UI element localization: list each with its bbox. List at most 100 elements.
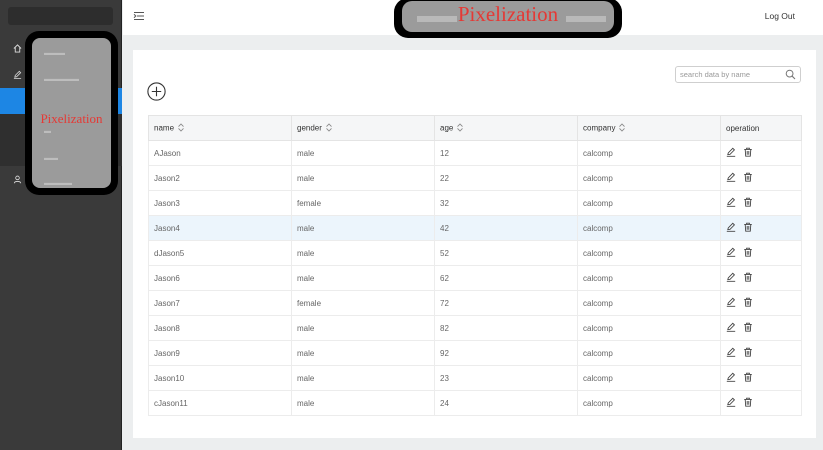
column-label: operation: [726, 123, 760, 133]
table-row[interactable]: Jason6 male 62 calcomp: [148, 265, 802, 291]
cell-age: 82: [434, 315, 578, 341]
home-icon: [12, 43, 22, 53]
cell-operation: [720, 240, 802, 266]
table-row[interactable]: cJason11 male 24 calcomp: [148, 390, 802, 416]
pixelated-text: ▬▬: [44, 155, 58, 162]
cell-gender: male: [291, 165, 435, 191]
column-label: age: [440, 123, 454, 133]
column-header-gender[interactable]: gender: [291, 115, 435, 141]
edit-icon[interactable]: [726, 222, 736, 232]
table-row[interactable]: Jason8 male 82 calcomp: [148, 315, 802, 341]
table-row[interactable]: Jason4 male 42 calcomp: [148, 215, 802, 241]
pixelization-overlay-sidebar: ▬▬▬ ▬▬▬▬▬ ▬ ▬▬ ▬▬▬▬ Pixelization: [25, 31, 118, 195]
cell-company: calcomp: [577, 265, 721, 291]
cell-gender: male: [291, 365, 435, 391]
delete-icon[interactable]: [743, 222, 753, 232]
delete-icon[interactable]: [743, 322, 753, 332]
edit-icon[interactable]: [726, 197, 736, 207]
logout-link[interactable]: Log Out: [765, 11, 795, 21]
table-row[interactable]: Jason3 female 32 calcomp: [148, 190, 802, 216]
table-row[interactable]: dJason5 male 52 calcomp: [148, 240, 802, 266]
sort-icon[interactable]: [326, 122, 332, 134]
cell-operation: [720, 290, 802, 316]
cell-name: Jason8: [148, 315, 292, 341]
pixelated-text: ▬▬▬: [44, 50, 65, 57]
column-header-company[interactable]: company: [577, 115, 721, 141]
pixelated-text: ▬▬▬▬▬: [44, 76, 79, 83]
edit-icon[interactable]: [726, 397, 736, 407]
table-row[interactable]: Jason10 male 23 calcomp: [148, 365, 802, 391]
cell-company: calcomp: [577, 215, 721, 241]
column-header-name[interactable]: name: [148, 115, 292, 141]
column-label: company: [583, 123, 616, 133]
cell-gender: male: [291, 265, 435, 291]
sort-icon[interactable]: [619, 122, 626, 134]
cell-name: Jason9: [148, 340, 292, 366]
cell-company: calcomp: [577, 315, 721, 341]
table-row[interactable]: Jason9 male 92 calcomp: [148, 340, 802, 366]
cell-age: 23: [434, 365, 578, 391]
cell-age: 72: [434, 290, 578, 316]
cell-name: AJason: [148, 140, 292, 166]
cell-company: calcomp: [577, 165, 721, 191]
edit-icon[interactable]: [726, 322, 736, 332]
delete-icon[interactable]: [743, 272, 753, 282]
delete-icon[interactable]: [743, 397, 753, 407]
search-box: [675, 66, 801, 83]
cell-name: Jason6: [148, 265, 292, 291]
column-header-operation: operation: [720, 115, 802, 141]
cell-gender: male: [291, 390, 435, 416]
cell-company: calcomp: [577, 365, 721, 391]
edit-icon[interactable]: [726, 172, 736, 182]
cell-operation: [720, 190, 802, 216]
column-header-age[interactable]: age: [434, 115, 578, 141]
cell-age: 12: [434, 140, 578, 166]
cell-operation: [720, 140, 802, 166]
cell-operation: [720, 390, 802, 416]
cell-operation: [720, 340, 802, 366]
cell-age: 24: [434, 390, 578, 416]
sidebar-search[interactable]: [8, 7, 113, 25]
delete-icon[interactable]: [743, 347, 753, 357]
cell-name: Jason3: [148, 190, 292, 216]
delete-icon[interactable]: [743, 147, 753, 157]
cell-gender: male: [291, 240, 435, 266]
search-input[interactable]: [676, 67, 781, 82]
cell-operation: [720, 365, 802, 391]
search-icon[interactable]: [785, 69, 796, 80]
delete-icon[interactable]: [743, 372, 753, 382]
cell-company: calcomp: [577, 190, 721, 216]
edit-icon[interactable]: [726, 247, 736, 257]
cell-age: 62: [434, 265, 578, 291]
cell-gender: female: [291, 190, 435, 216]
sort-icon[interactable]: [178, 122, 184, 134]
sort-icon[interactable]: [457, 122, 464, 134]
cell-gender: male: [291, 315, 435, 341]
cell-age: 32: [434, 190, 578, 216]
table-body: AJason male 12 calcomp Jason2 male 22 calcomp Ja…: [148, 140, 802, 416]
table-row[interactable]: AJason male 12 calcomp: [148, 140, 802, 166]
edit-icon[interactable]: [726, 147, 736, 157]
data-table: name gender age company operation AJason…: [148, 115, 802, 416]
edit-icon[interactable]: [726, 272, 736, 282]
cell-gender: male: [291, 215, 435, 241]
pixelated-text: ▬: [44, 128, 51, 135]
table-row[interactable]: Jason7 female 72 calcomp: [148, 290, 802, 316]
column-label: gender: [297, 123, 322, 133]
delete-icon[interactable]: [743, 197, 753, 207]
cell-name: Jason2: [148, 165, 292, 191]
delete-icon[interactable]: [743, 297, 753, 307]
edit-icon[interactable]: [726, 372, 736, 382]
table-row[interactable]: Jason2 male 22 calcomp: [148, 165, 802, 191]
menu-fold-icon[interactable]: [133, 10, 145, 22]
cell-operation: [720, 215, 802, 241]
cell-company: calcomp: [577, 390, 721, 416]
edit-icon[interactable]: [726, 297, 736, 307]
delete-icon[interactable]: [743, 247, 753, 257]
cell-name: Jason4: [148, 215, 292, 241]
delete-icon[interactable]: [743, 172, 753, 182]
table-header-row: name gender age company operation: [148, 115, 802, 141]
add-button[interactable]: [147, 82, 166, 101]
cell-company: calcomp: [577, 340, 721, 366]
edit-icon[interactable]: [726, 347, 736, 357]
